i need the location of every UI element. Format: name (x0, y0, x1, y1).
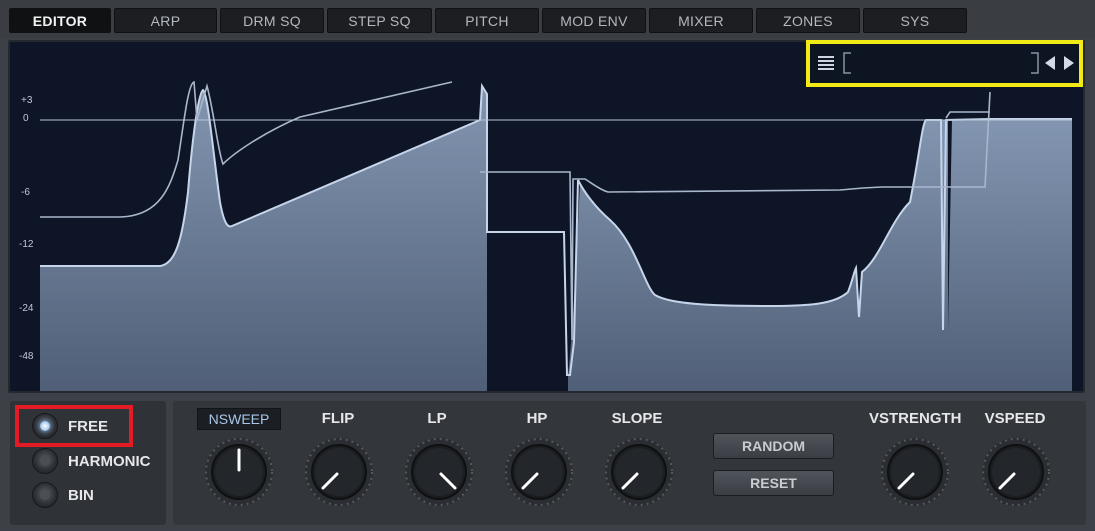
tab-editor[interactable]: EDITOR (9, 8, 111, 33)
mode-harmonic-label: HARMONIC (68, 452, 151, 470)
tab-mixer[interactable]: MIXER (649, 8, 753, 33)
triangle-right-icon[interactable] (1061, 53, 1077, 73)
db-label: -24 (19, 303, 34, 314)
tab-arp[interactable]: ARP (114, 8, 217, 33)
preset-name-field[interactable] (843, 52, 1039, 74)
radio-harmonic[interactable] (32, 448, 58, 474)
flip-knob[interactable] (303, 436, 375, 508)
preset-browser (806, 40, 1083, 87)
random-button[interactable]: RANDOM (713, 433, 834, 459)
slope-knob[interactable] (603, 436, 675, 508)
mode-harmonic[interactable]: HARMONIC (32, 448, 151, 474)
tab-zones[interactable]: ZONES (756, 8, 860, 33)
knob-label-vspeed: VSPEED (984, 410, 1046, 427)
knob-label-nsweep: NSWEEP (197, 408, 281, 430)
free-mode-highlight (15, 405, 133, 447)
reset-button[interactable]: RESET (713, 470, 834, 496)
radio-bin[interactable] (32, 482, 58, 508)
spectrum-graph[interactable] (10, 42, 1085, 393)
knob-label-lp: LP (427, 410, 447, 427)
mode-bin[interactable]: BIN (32, 482, 94, 508)
db-label: -48 (19, 351, 34, 362)
tab-sys[interactable]: SYS (863, 8, 967, 33)
tab-mod-env[interactable]: MOD ENV (542, 8, 646, 33)
db-label: -12 (19, 239, 34, 250)
hp-knob[interactable] (503, 436, 575, 508)
knob-label-flip: FLIP (321, 410, 355, 427)
knob-label-slope: SLOPE (611, 410, 663, 427)
lp-knob[interactable] (403, 436, 475, 508)
triangle-left-icon[interactable] (1042, 53, 1058, 73)
tab-step-sq[interactable]: STEP SQ (327, 8, 432, 33)
db-label: 0 (23, 113, 29, 124)
vstrength-knob[interactable] (879, 436, 951, 508)
tab-pitch[interactable]: PITCH (435, 8, 539, 33)
tab-bar: EDITOR ARP DRM SQ STEP SQ PITCH MOD ENV … (0, 0, 1095, 38)
knob-label-hp: HP (526, 410, 548, 427)
db-label: -6 (21, 187, 30, 198)
tab-drm-sq[interactable]: DRM SQ (220, 8, 324, 33)
db-label: +3 (21, 95, 33, 106)
spectrum-display[interactable]: +3 0 -6 -12 -24 -48 (8, 40, 1085, 393)
preset-name-bracket (843, 52, 1039, 74)
vspeed-knob[interactable] (980, 436, 1052, 508)
mode-bin-label: BIN (68, 486, 94, 504)
nsweep-knob[interactable] (203, 436, 275, 508)
list-menu-icon[interactable] (817, 54, 835, 72)
knob-label-vstrength: VSTRENGTH (869, 410, 962, 427)
